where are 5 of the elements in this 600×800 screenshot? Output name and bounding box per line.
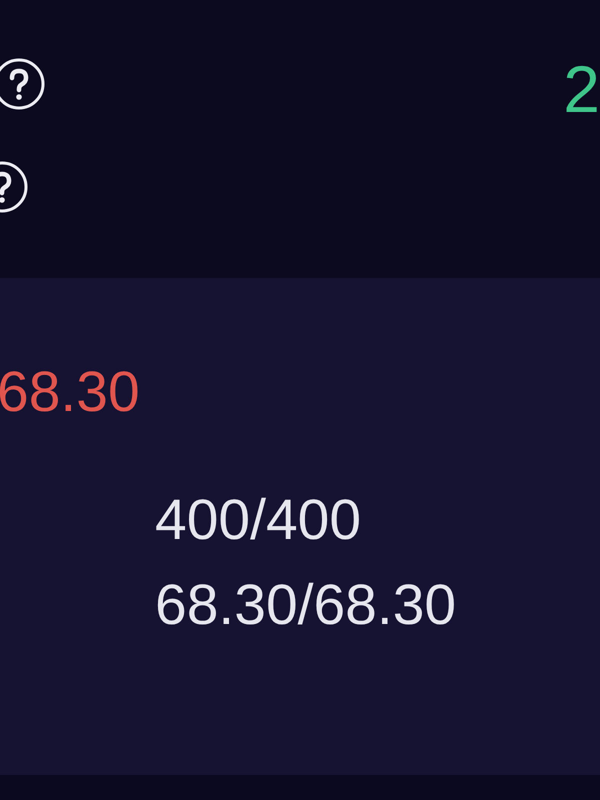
help-icon[interactable] <box>0 58 45 110</box>
value-text: 2 <box>563 56 600 122</box>
quantity-text: 400/400 <box>155 492 362 549</box>
price-text: 68.30 <box>0 364 140 421</box>
quantity-text: 68.30/68.30 <box>155 577 456 634</box>
